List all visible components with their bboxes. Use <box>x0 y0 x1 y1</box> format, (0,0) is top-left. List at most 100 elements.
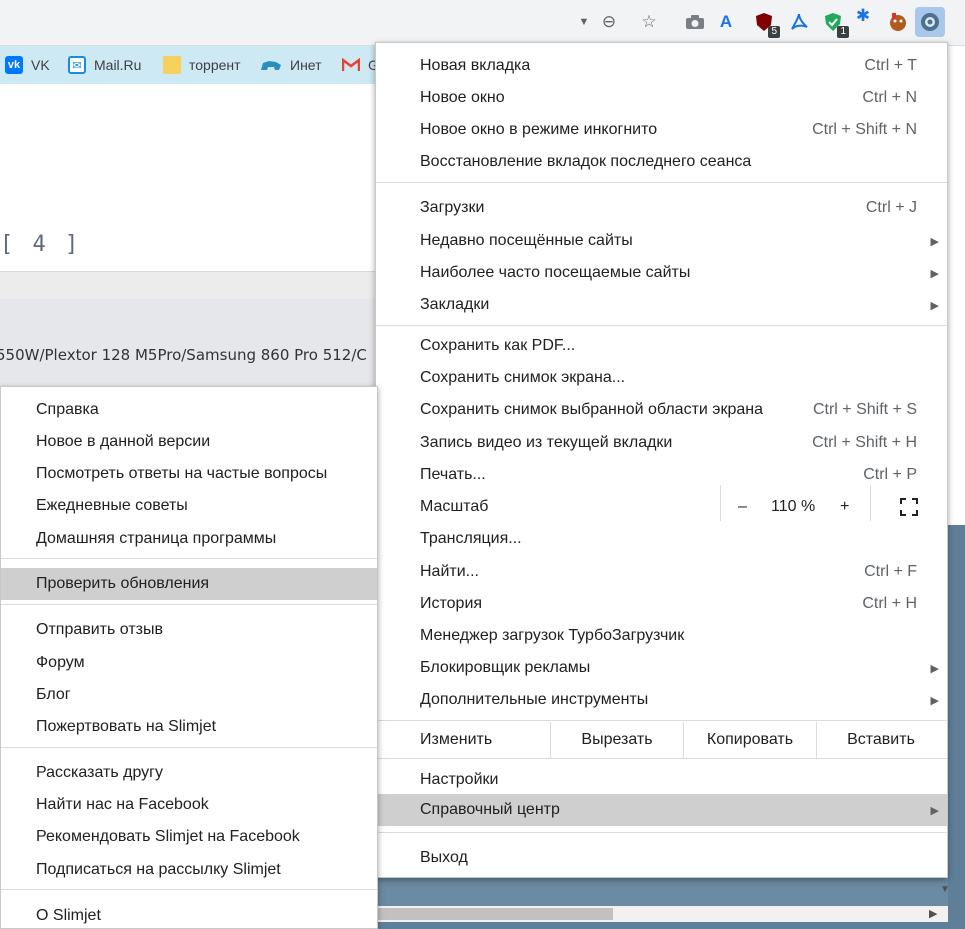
zoom-level: 110 % <box>771 498 816 515</box>
translate-icon[interactable]: A <box>714 10 738 34</box>
page-right-edge <box>948 525 965 929</box>
menu-divider <box>376 758 947 759</box>
menu-incognito-window[interactable]: Новое окно в режиме инкогнито Ctrl + Shif… <box>376 114 947 146</box>
submenu-arrow-icon: ▶ <box>930 267 939 280</box>
dropdown-arrow-icon[interactable]: ▼ <box>572 10 596 34</box>
page-bottom-band <box>378 922 965 929</box>
submenu-arrow-icon: ▶ <box>930 694 939 707</box>
menu-restore-session[interactable]: Восстановление вкладок последнего сеанса <box>376 146 947 178</box>
page-panel <box>0 299 380 389</box>
bookmark-vk[interactable]: vk VK <box>5 46 50 84</box>
menu-most-visited[interactable]: Наиболее часто посещаемые сайты ▶ <box>376 257 947 289</box>
mail-ru-icon: ✉ <box>68 56 86 74</box>
page-index: [ 4 ] <box>0 232 82 257</box>
folder-icon <box>163 56 181 74</box>
menu-help-center[interactable]: Справочный центр ▶ <box>376 794 947 826</box>
submenu-tell-friend[interactable]: Рассказать другу <box>1 757 377 789</box>
zoom-divider <box>720 485 721 521</box>
menu-record-video[interactable]: Запись видео из текущей вкладки Ctrl + Sh… <box>376 427 947 459</box>
menu-print[interactable]: Печать... Ctrl + P <box>376 459 947 491</box>
spec-text: 550W/Plextor 128 M5Pro/Samsung 860 Pro 5… <box>0 346 367 364</box>
submenu-check-updates[interactable]: Проверить обновления <box>1 568 377 600</box>
paste-button[interactable]: Вставить <box>817 722 945 758</box>
bookmark-mail-ru[interactable]: ✉ Mail.Ru <box>68 46 141 84</box>
menu-edit-row: Изменить Вырезать Копировать Вставить <box>376 722 947 758</box>
zoom-out-button[interactable]: – <box>738 491 747 523</box>
menu-settings[interactable]: Настройки <box>376 764 947 796</box>
bear-icon <box>260 56 282 74</box>
help-center-submenu: Справка Новое в данной версии Посмотреть… <box>0 386 378 929</box>
menu-history[interactable]: История Ctrl + H <box>376 588 947 620</box>
zoom-out-icon[interactable]: ⊖ <box>597 10 621 34</box>
menu-find[interactable]: Найти... Ctrl + F <box>376 556 947 588</box>
submenu-whats-new[interactable]: Новое в данной версии <box>1 426 377 458</box>
zoom-label: Масштаб <box>420 498 489 515</box>
acrobat-icon[interactable] <box>787 10 811 34</box>
menu-recent-sites[interactable]: Недавно посещённые сайты ▶ <box>376 225 947 257</box>
menu-downloads[interactable]: Загрузки Ctrl + J <box>376 192 947 224</box>
submenu-homepage[interactable]: Домашняя страница программы <box>1 523 377 555</box>
submenu-divider <box>1 558 377 559</box>
submenu-about[interactable]: О Slimjet <box>1 900 377 929</box>
menu-cast[interactable]: Трансляция... <box>376 523 947 555</box>
bookmark-torrent[interactable]: торрент <box>163 46 241 84</box>
submenu-arrow-icon: ▶ <box>930 299 939 312</box>
menu-divider <box>376 832 947 833</box>
submenu-recommend-facebook[interactable]: Рекомендовать Slimjet на Facebook <box>1 821 377 853</box>
submenu-daily-tips[interactable]: Ежедневные советы <box>1 490 377 522</box>
gmail-icon <box>342 56 360 74</box>
submenu-help[interactable]: Справка <box>1 394 377 426</box>
scroll-down-icon[interactable]: ▼ <box>940 884 950 895</box>
bookmarks-bar: vk VK ✉ Mail.Ru торрент Инет G <box>0 46 380 84</box>
menu-save-screenshot[interactable]: Сохранить снимок экрана... <box>376 362 947 394</box>
camera-icon[interactable] <box>683 10 707 34</box>
menu-save-area-screenshot[interactable]: Сохранить снимок выбранной области экран… <box>376 394 947 426</box>
bookmark-gmail[interactable]: G <box>342 46 379 84</box>
menu-exit[interactable]: Выход <box>376 842 947 874</box>
cut-button[interactable]: Вырезать <box>551 722 683 758</box>
submenu-arrow-icon: ▶ <box>930 662 939 675</box>
submenu-divider <box>1 604 377 605</box>
menu-turbo-downloader[interactable]: Менеджер загрузок ТурбоЗагрузчик <box>376 620 947 652</box>
bookmark-inet[interactable]: Инет <box>260 46 322 84</box>
menu-divider <box>376 325 947 326</box>
shield-check-icon[interactable]: 1 <box>821 10 849 38</box>
browser-toolbar: ▼ ⊖ ☆ A 5 1 ✱ <box>0 0 965 46</box>
page-bottom-strip <box>378 876 948 906</box>
submenu-newsletter[interactable]: Подписаться на рассылку Slimjet <box>1 854 377 886</box>
menu-new-tab[interactable]: Новая вкладка Ctrl + T <box>376 50 947 82</box>
submenu-arrow-icon: ▶ <box>930 804 939 817</box>
menu-more-tools[interactable]: Дополнительные инструменты ▶ <box>376 684 947 716</box>
submenu-donate[interactable]: Пожертвовать на Slimjet <box>1 711 377 743</box>
puzzle-icon[interactable]: ✱ <box>851 4 875 28</box>
scroll-right-icon[interactable]: ▶ <box>929 907 937 920</box>
menu-divider <box>376 182 947 183</box>
vk-icon: vk <box>5 56 23 74</box>
zoom-in-button[interactable]: + <box>840 491 849 523</box>
submenu-faq[interactable]: Посмотреть ответы на частые вопросы <box>1 458 377 490</box>
zoom-divider <box>870 485 871 521</box>
submenu-divider <box>1 889 377 890</box>
menu-divider <box>376 720 947 721</box>
edit-label: Изменить <box>420 731 493 748</box>
menu-zoom-row: Масштаб – 110 % + <box>376 485 947 523</box>
menu-bookmarks[interactable]: Закладки ▶ <box>376 289 947 321</box>
submenu-forum[interactable]: Форум <box>1 647 377 679</box>
menu-save-pdf[interactable]: Сохранить как PDF... <box>376 330 947 362</box>
submenu-find-facebook[interactable]: Найти нас на Facebook <box>1 789 377 821</box>
menu-ad-blocker[interactable]: Блокировщик рекламы ▶ <box>376 652 947 684</box>
bookmark-star-icon[interactable]: ☆ <box>637 10 661 34</box>
menu-new-window[interactable]: Новое окно Ctrl + N <box>376 82 947 114</box>
submenu-divider <box>1 747 377 748</box>
copy-button[interactable]: Копировать <box>684 722 816 758</box>
settings-gear-icon[interactable] <box>915 7 945 37</box>
browser-main-menu: Новая вкладка Ctrl + T Новое окно Ctrl + N… <box>375 42 948 878</box>
ublock-icon[interactable]: 5 <box>752 10 780 38</box>
submenu-blog[interactable]: Блог <box>1 679 377 711</box>
avatar-icon[interactable] <box>886 10 910 34</box>
fullscreen-icon[interactable] <box>900 491 918 523</box>
submenu-send-feedback[interactable]: Отправить отзыв <box>1 614 377 646</box>
horizontal-scrollbar[interactable]: ▶ <box>378 906 948 922</box>
scrollbar-thumb[interactable] <box>378 908 613 920</box>
page-strip <box>0 271 380 299</box>
